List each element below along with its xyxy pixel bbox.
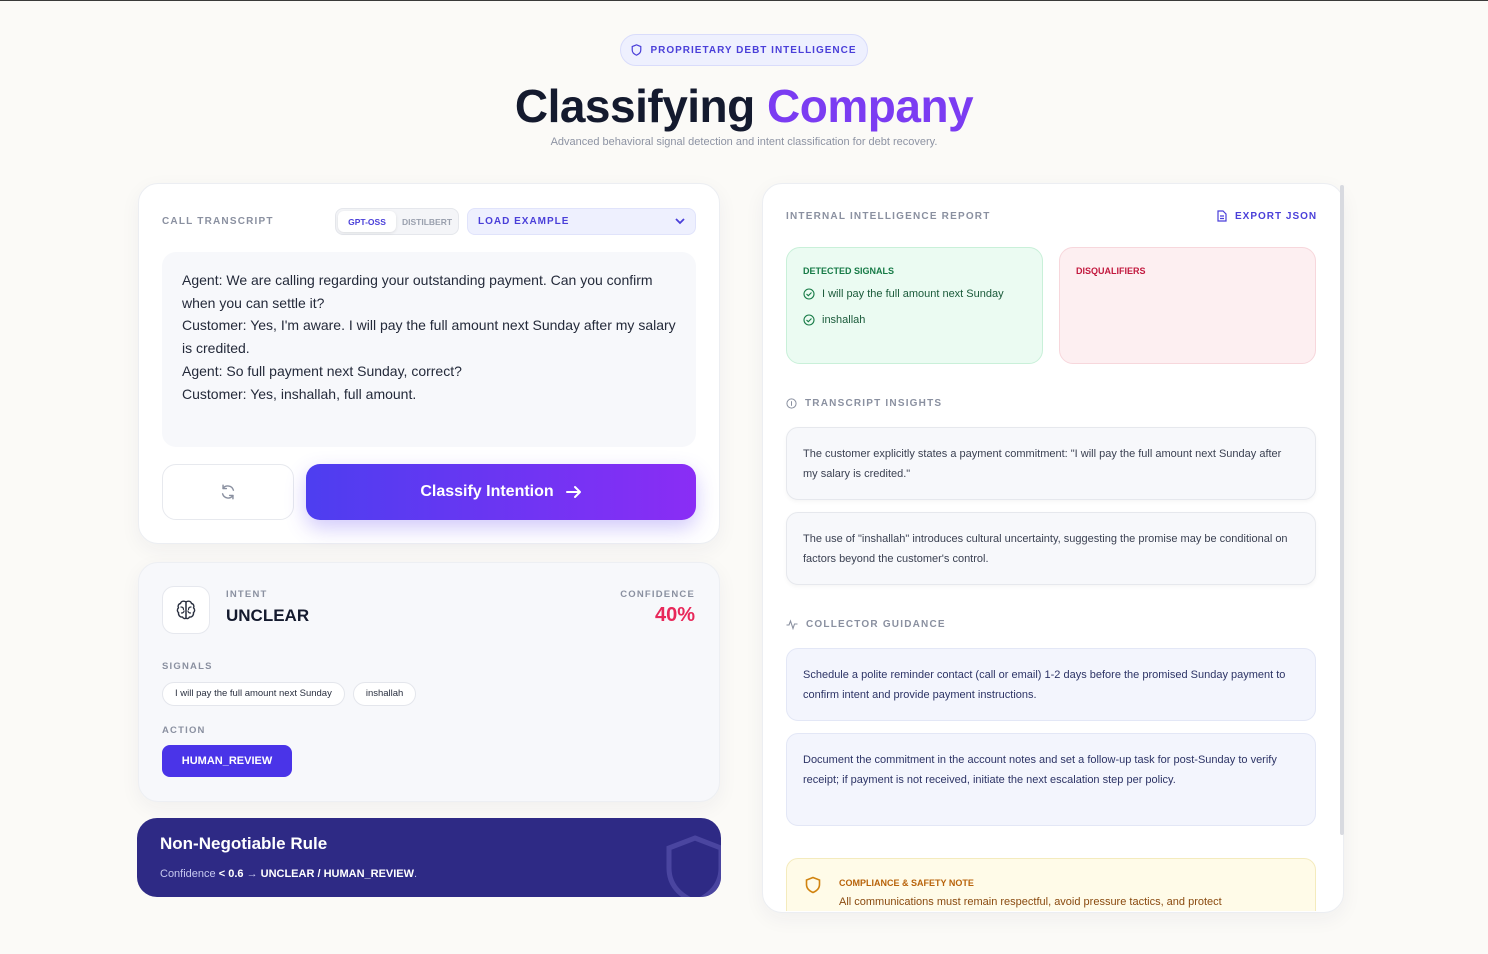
guidance-item: Schedule a polite reminder contact (call… <box>786 648 1316 721</box>
model-option-gpt-oss[interactable]: GPT-OSS <box>338 211 396 232</box>
shield-watermark-icon <box>666 835 721 897</box>
insights-heading: TRANSCRIPT INSIGHTS <box>786 398 942 409</box>
check-circle-icon <box>803 314 815 326</box>
disqualifiers-label: DISQUALIFIERS <box>1076 266 1146 276</box>
transcript-label: CALL TRANSCRIPT <box>162 216 274 227</box>
guidance-heading: COLLECTOR GUIDANCE <box>786 619 946 630</box>
report-label: INTERNAL INTELLIGENCE REPORT <box>786 211 991 222</box>
signal-chip: I will pay the full amount next Sunday <box>162 682 345 706</box>
signals-label: SIGNALS <box>162 661 213 672</box>
detected-signals-label: DETECTED SIGNALS <box>803 266 895 276</box>
compliance-label: COMPLIANCE & SAFETY NOTE <box>839 878 974 888</box>
guidance-item: Document the commitment in the account n… <box>786 733 1316 826</box>
badge-label: PROPRIETARY DEBT INTELLIGENCE <box>650 44 857 56</box>
rule-title: Non-Negotiable Rule <box>160 834 328 853</box>
page-title: Classifying Company <box>0 79 1488 133</box>
transcript-line: Customer: Yes, inshallah, full amount. <box>182 385 417 402</box>
rule-text: Confidence < 0.6 → UNCLEAR / HUMAN_REVIE… <box>160 868 417 880</box>
action-button[interactable]: HUMAN_REVIEW <box>162 745 292 777</box>
confidence-value: 40% <box>654 604 695 626</box>
guidance-label: COLLECTOR GUIDANCE <box>806 619 946 630</box>
rule-card: Non-Negotiable Rule Confidence < 0.6 → U… <box>137 818 721 897</box>
load-example-select[interactable]: LOAD EXAMPLE <box>467 208 696 235</box>
check-circle-icon <box>803 288 815 300</box>
load-example-label: LOAD EXAMPLE <box>478 216 570 227</box>
rule-condition: < 0.6 <box>218 868 244 880</box>
activity-icon <box>786 619 798 630</box>
insights-label: TRANSCRIPT INSIGHTS <box>805 398 943 409</box>
arrow-right-icon <box>565 486 581 498</box>
signals-chip-list: I will pay the full amount next Sunday in… <box>162 682 424 706</box>
shield-icon <box>632 44 642 56</box>
insight-item: The customer explicitly states a payment… <box>786 427 1316 500</box>
intent-label: INTENT <box>226 589 268 600</box>
model-option-distilbert[interactable]: DISTILBERT <box>398 211 456 232</box>
transcript-line: Customer: Yes, I'm aware. I will pay the… <box>182 317 676 357</box>
chevron-down-icon <box>675 218 685 225</box>
brain-icon <box>176 600 196 620</box>
detected-signal-text: I will pay the full amount next Sunday <box>822 288 1004 300</box>
compliance-note: COMPLIANCE & SAFETY NOTE All communicati… <box>786 858 1316 911</box>
transcript-textarea[interactable]: Agent: We are calling regarding your out… <box>162 252 696 447</box>
classify-button-label: Classify Intention <box>420 483 554 500</box>
intent-value: UNCLEAR <box>226 606 310 625</box>
export-json-label: EXPORT JSON <box>1235 210 1318 222</box>
rule-suffix: . <box>414 868 418 880</box>
title-main: Classifying <box>514 80 755 132</box>
detected-signal-text: inshallah <box>822 314 866 326</box>
disqualifiers-box: DISQUALIFIERS <box>1059 247 1316 364</box>
info-circle-icon <box>786 398 797 409</box>
transcript-line: Agent: So full payment next Sunday, corr… <box>182 362 462 379</box>
product-badge: PROPRIETARY DEBT INTELLIGENCE <box>620 34 868 66</box>
report-scrollbar[interactable] <box>1340 185 1344 835</box>
compliance-text: All communications must remain respectfu… <box>839 896 1222 908</box>
page-subtitle: Advanced behavioral signal detection and… <box>550 136 938 148</box>
intent-icon-box <box>162 586 210 634</box>
export-json-button[interactable]: EXPORT JSON <box>1217 210 1317 222</box>
action-label: ACTION <box>162 725 206 736</box>
reset-button[interactable] <box>162 464 294 520</box>
title-accent: Company <box>767 80 974 132</box>
classify-button[interactable]: Classify Intention <box>306 464 696 520</box>
detected-signal-item: I will pay the full amount next Sunday <box>803 286 1026 302</box>
file-icon <box>1217 210 1227 222</box>
model-toggle: GPT-OSS DISTILBERT <box>335 208 459 235</box>
transcript-line: Agent: We are calling regarding your out… <box>182 272 653 311</box>
compliance-clip: COMPLIANCE & SAFETY NOTE All communicati… <box>786 858 1316 911</box>
insight-item: The use of "inshallah" introduces cultur… <box>786 512 1316 585</box>
detected-signals-box: DETECTED SIGNALS I will pay the full amo… <box>786 247 1043 364</box>
refresh-icon <box>221 484 235 500</box>
signal-chip: inshallah <box>352 682 417 706</box>
rule-outcome: UNCLEAR / HUMAN_REVIEW <box>260 868 415 880</box>
detected-signal-item: inshallah <box>803 312 1026 328</box>
confidence-label: CONFIDENCE <box>620 589 695 600</box>
rule-prefix: Confidence <box>160 868 216 880</box>
rule-arrow: → <box>246 868 258 880</box>
shield-icon <box>805 876 821 894</box>
